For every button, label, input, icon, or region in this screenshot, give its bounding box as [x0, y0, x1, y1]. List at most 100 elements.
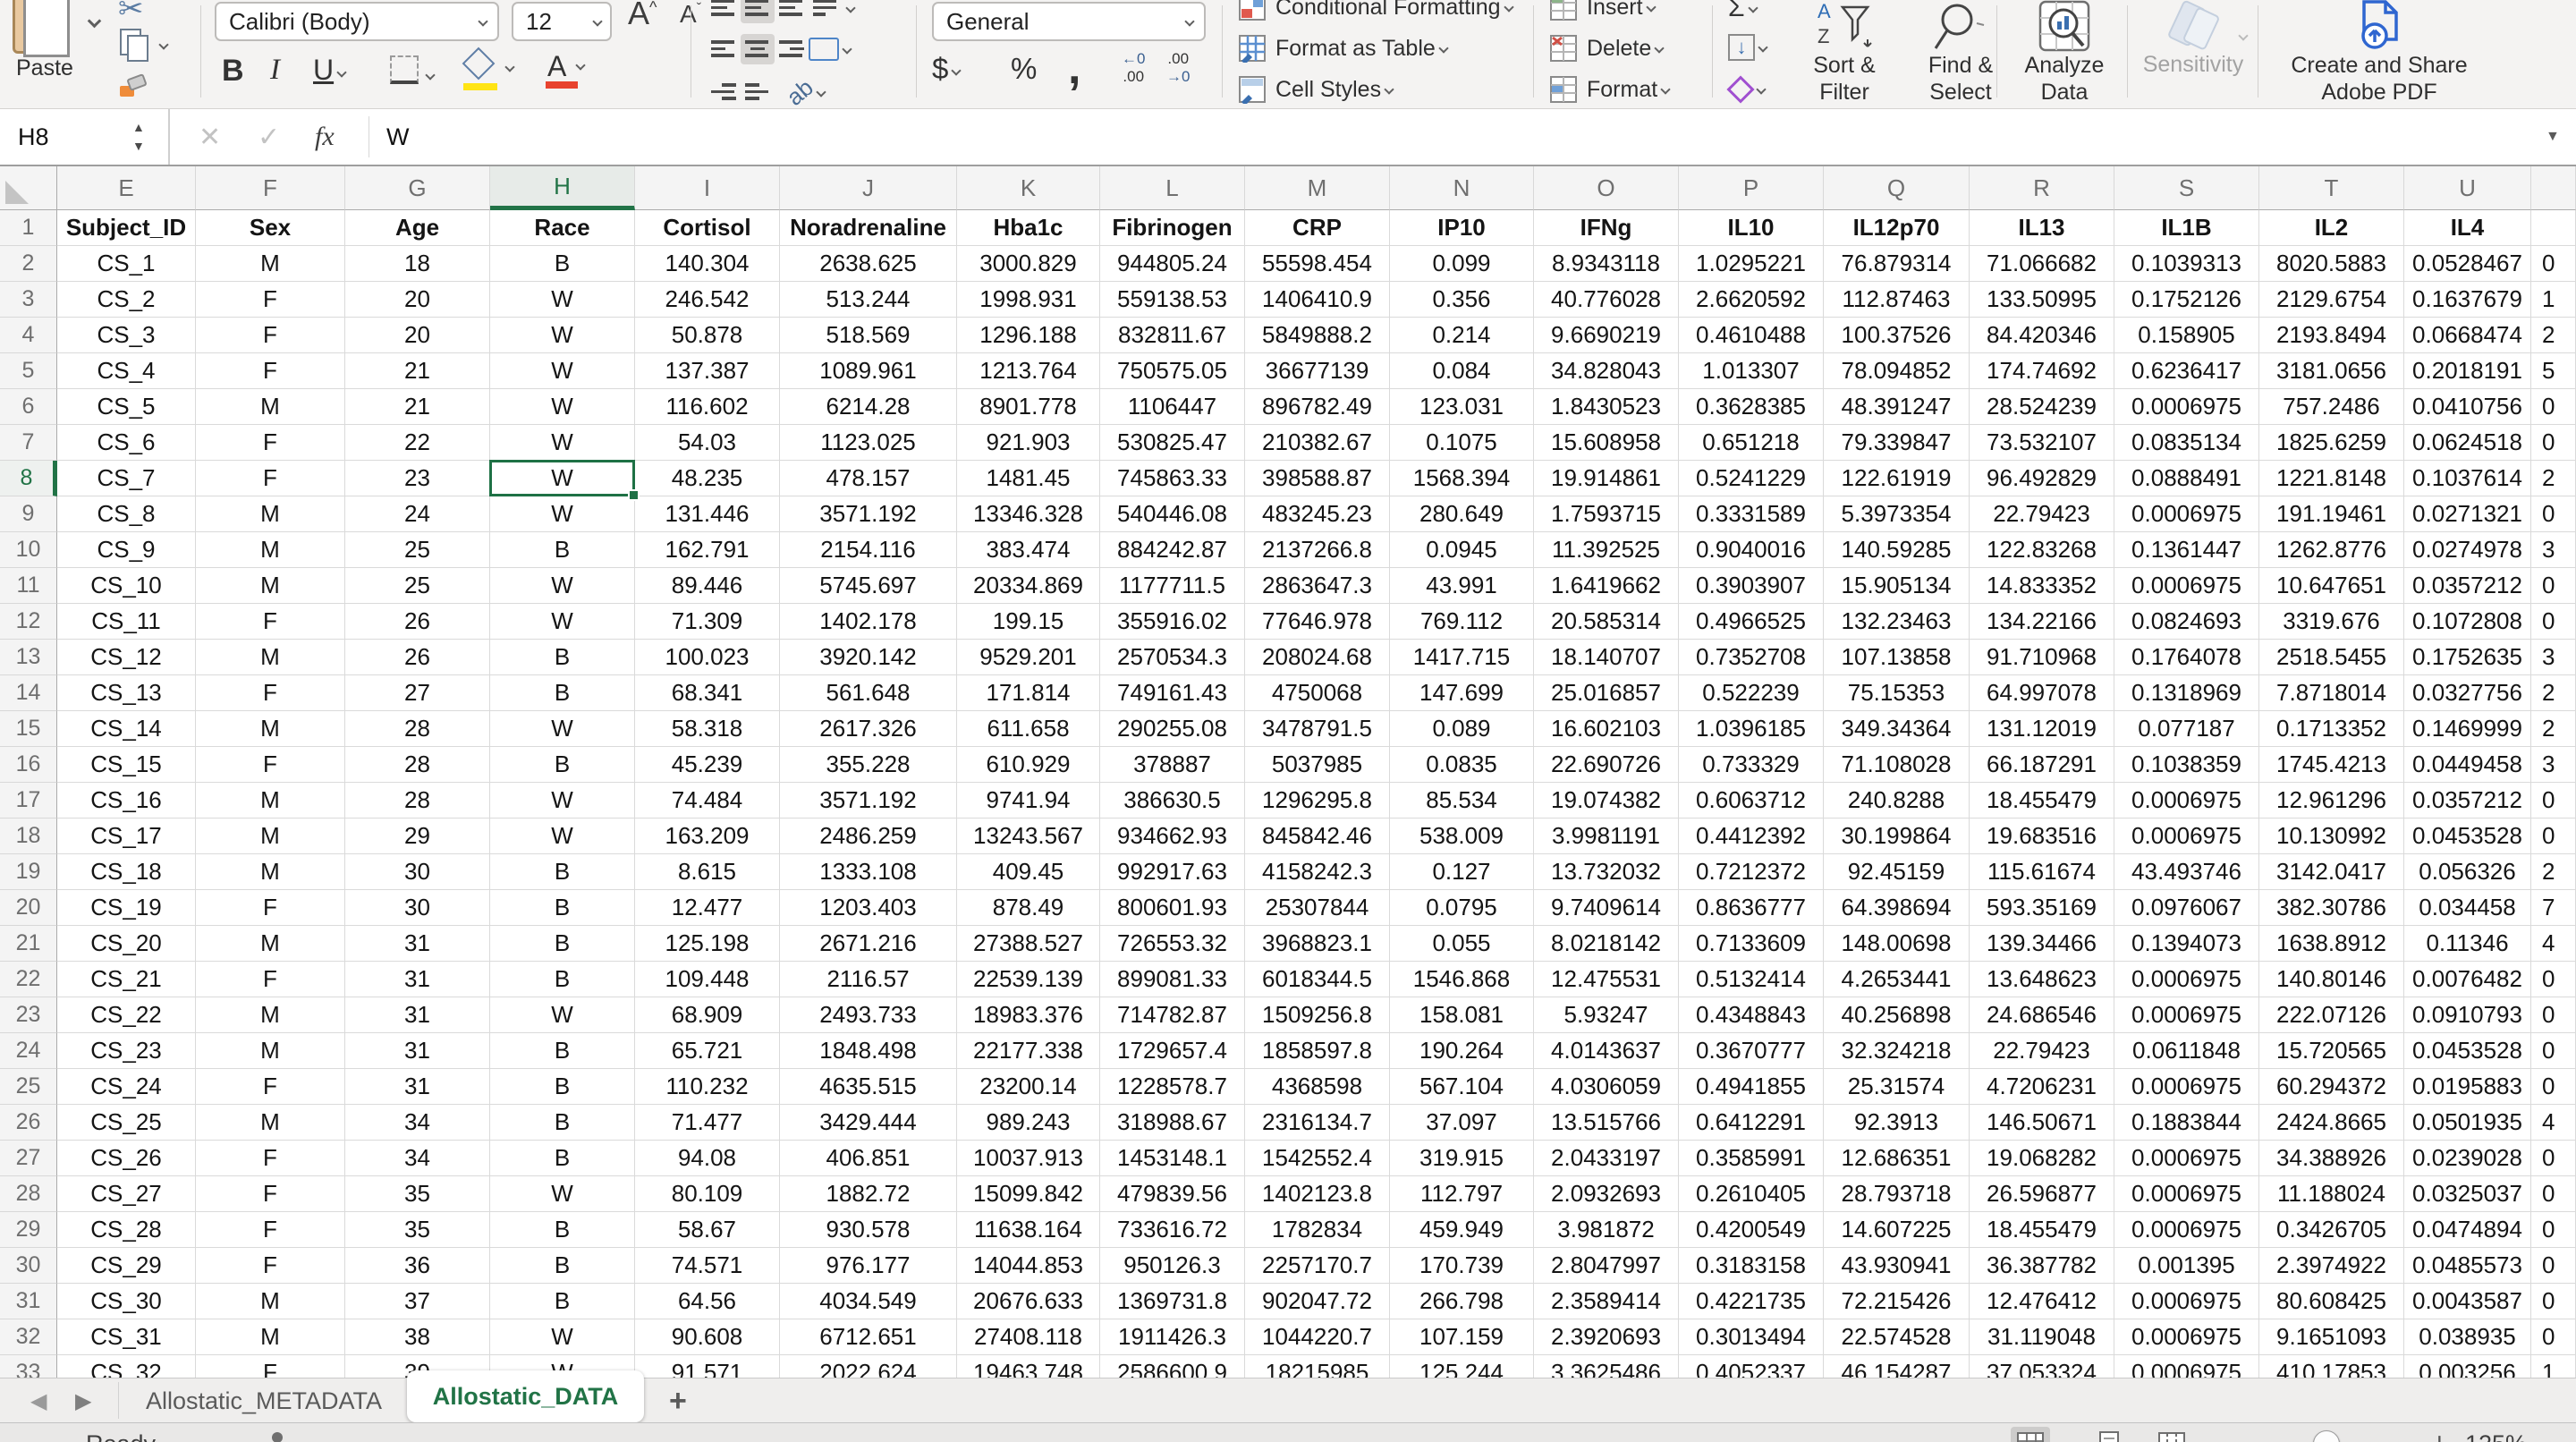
cell[interactable]: CS_14 — [57, 711, 196, 747]
cell[interactable]: 74.484 — [635, 783, 780, 819]
cell[interactable]: 0.0668474 — [2404, 318, 2531, 353]
cell[interactable]: 30.199864 — [1824, 819, 1970, 854]
cell[interactable]: 0.0888491 — [2114, 461, 2259, 496]
cell[interactable]: 12.686351 — [1824, 1141, 1970, 1176]
row-header-10[interactable]: 10 — [0, 532, 57, 568]
cell[interactable]: 6712.651 — [780, 1319, 957, 1355]
cell[interactable]: CS_5 — [57, 389, 196, 425]
cell[interactable]: 20676.633 — [957, 1284, 1100, 1319]
column-header-R[interactable]: R — [1970, 166, 2114, 210]
cell[interactable]: 0.0006975 — [2114, 783, 2259, 819]
cell[interactable]: 116.602 — [635, 389, 780, 425]
cell[interactable]: 30 — [345, 854, 490, 890]
cell[interactable]: 79.339847 — [1824, 425, 1970, 461]
cell[interactable]: 0.3426705 — [2259, 1212, 2404, 1248]
row-header-18[interactable]: 18 — [0, 819, 57, 854]
tab-allostatic-metadata[interactable]: Allostatic_METADATA — [134, 1378, 394, 1423]
cell[interactable]: M — [196, 783, 345, 819]
cell[interactable]: 16.602103 — [1534, 711, 1679, 747]
cell-partial[interactable]: 0 — [2531, 389, 2576, 425]
cell[interactable]: 64.997078 — [1970, 675, 2114, 711]
cell[interactable]: 398588.87 — [1245, 461, 1390, 496]
cell[interactable]: 0.5132414 — [1679, 962, 1824, 997]
cell[interactable]: 190.264 — [1390, 1033, 1534, 1069]
font-color-button[interactable]: A — [547, 50, 584, 83]
column-header-N[interactable]: N — [1390, 166, 1534, 210]
cell[interactable]: 559138.53 — [1100, 282, 1245, 318]
cell[interactable]: 0.1752126 — [2114, 282, 2259, 318]
cell[interactable]: CS_10 — [57, 568, 196, 604]
cell[interactable]: 191.19461 — [2259, 496, 2404, 532]
selected-cell-outline[interactable] — [489, 460, 635, 496]
cell[interactable]: CS_19 — [57, 890, 196, 926]
cell[interactable]: 1.013307 — [1679, 353, 1824, 389]
percent-button[interactable]: % — [1011, 52, 1037, 86]
cell[interactable]: 22539.139 — [957, 962, 1100, 997]
cell[interactable]: 2316134.7 — [1245, 1105, 1390, 1141]
cell[interactable]: 40.256898 — [1824, 997, 1970, 1033]
cell[interactable]: CS_32 — [57, 1355, 196, 1378]
cell[interactable]: 45.239 — [635, 747, 780, 783]
cancel-button[interactable]: ✕ — [199, 109, 221, 165]
cell[interactable]: 25.016857 — [1534, 675, 1679, 711]
cell[interactable]: 0.0076482 — [2404, 962, 2531, 997]
cell[interactable]: 12.476412 — [1970, 1284, 2114, 1319]
tab-allostatic-data[interactable]: Allostatic_DATA — [407, 1370, 644, 1422]
cell-partial[interactable]: 7 — [2531, 890, 2576, 926]
cell[interactable]: 222.07126 — [2259, 997, 2404, 1033]
cell[interactable]: CS_28 — [57, 1212, 196, 1248]
cell[interactable]: 100.37526 — [1824, 318, 1970, 353]
increase-decimal-button[interactable]: ←0.00 — [1122, 50, 1145, 86]
analyze-data-button[interactable]: AnalyzeData — [2011, 0, 2118, 109]
cell[interactable]: 20334.869 — [957, 568, 1100, 604]
cell[interactable]: 0.1764078 — [2114, 640, 2259, 675]
cell[interactable]: 9.7409614 — [1534, 890, 1679, 926]
cell[interactable]: 92.3913 — [1824, 1105, 1970, 1141]
row-header-2[interactable]: 2 — [0, 246, 57, 282]
cell[interactable]: 930.578 — [780, 1212, 957, 1248]
fill-color-button[interactable] — [467, 52, 513, 80]
cell[interactable]: 2257170.7 — [1245, 1248, 1390, 1284]
cell-styles-button[interactable]: Cell Styles — [1238, 75, 1393, 104]
cell[interactable]: M — [196, 568, 345, 604]
cell[interactable]: 944805.24 — [1100, 246, 1245, 282]
cell[interactable]: 319.915 — [1390, 1141, 1534, 1176]
row-header-31[interactable]: 31 — [0, 1284, 57, 1319]
row-header-17[interactable]: 17 — [0, 783, 57, 819]
cell[interactable]: 0.3585991 — [1679, 1141, 1824, 1176]
cell[interactable]: 0.0976067 — [2114, 890, 2259, 926]
cell[interactable]: 610.929 — [957, 747, 1100, 783]
row-header-6[interactable]: 6 — [0, 389, 57, 425]
conditional-formatting-button[interactable]: Conditional Formatting — [1238, 0, 1513, 21]
cell[interactable]: 199.15 — [957, 604, 1100, 640]
cell[interactable]: 0.5241229 — [1679, 461, 1824, 496]
cell[interactable]: 0.0835 — [1390, 747, 1534, 783]
cell[interactable]: 50.878 — [635, 318, 780, 353]
cell[interactable]: 1745.4213 — [2259, 747, 2404, 783]
number-format-select[interactable]: General — [932, 2, 1206, 41]
bold-button[interactable]: B — [222, 54, 244, 89]
cell-partial[interactable]: 0 — [2531, 1284, 2576, 1319]
cell[interactable]: 1044220.7 — [1245, 1319, 1390, 1355]
cell[interactable]: 0.6412291 — [1679, 1105, 1824, 1141]
cell[interactable]: 0.0327756 — [2404, 675, 2531, 711]
cell[interactable]: 1848.498 — [780, 1033, 957, 1069]
orientation-button[interactable]: ab — [781, 73, 818, 111]
row-header-28[interactable]: 28 — [0, 1176, 57, 1212]
cell[interactable]: 4750068 — [1245, 675, 1390, 711]
cell[interactable]: 65.721 — [635, 1033, 780, 1069]
cell[interactable]: 11.392525 — [1534, 532, 1679, 568]
cell[interactable]: 1638.8912 — [2259, 926, 2404, 962]
row-header-24[interactable]: 24 — [0, 1033, 57, 1069]
cell[interactable]: 115.61674 — [1970, 854, 2114, 890]
cell[interactable]: 1481.45 — [957, 461, 1100, 496]
cell[interactable]: 43.493746 — [2114, 854, 2259, 890]
cell[interactable]: 40.776028 — [1534, 282, 1679, 318]
cell[interactable]: 24.686546 — [1970, 997, 2114, 1033]
column-header-H[interactable]: H — [490, 166, 635, 210]
zoom-out-button[interactable]: − — [2206, 1427, 2223, 1442]
cell[interactable]: CS_11 — [57, 604, 196, 640]
cell[interactable]: 92.45159 — [1824, 854, 1970, 890]
cell[interactable]: 75.15353 — [1824, 675, 1970, 711]
cell[interactable]: 0.0528467 — [2404, 246, 2531, 282]
